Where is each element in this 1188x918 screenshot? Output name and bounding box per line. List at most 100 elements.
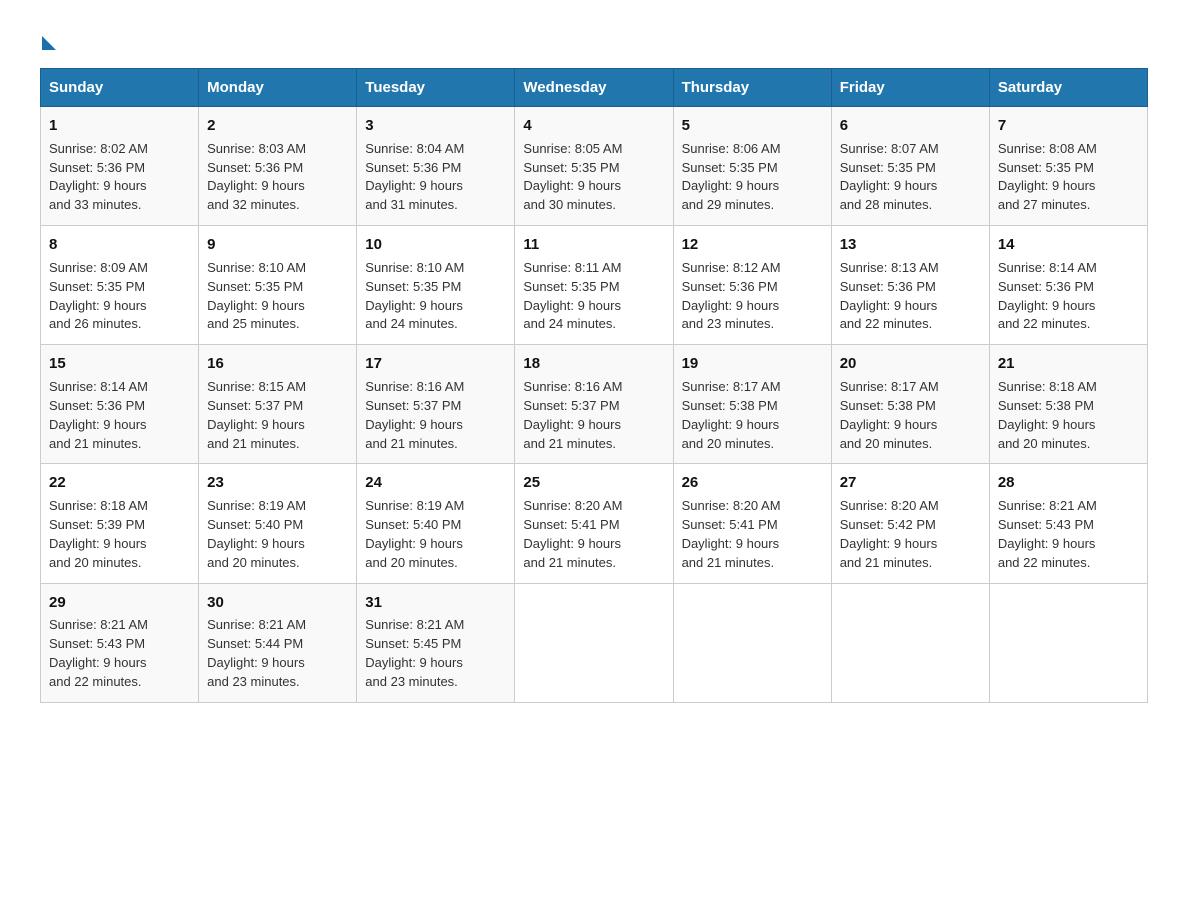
day-sunset: Sunset: 5:36 PM bbox=[207, 160, 303, 175]
day-sunset: Sunset: 5:35 PM bbox=[998, 160, 1094, 175]
day-daylight: Daylight: 9 hours bbox=[682, 417, 780, 432]
day-number: 21 bbox=[998, 353, 1139, 375]
header-thursday: Thursday bbox=[673, 69, 831, 107]
day-sunrise: Sunrise: 8:08 AM bbox=[998, 141, 1097, 156]
day-number: 2 bbox=[207, 115, 348, 137]
header-wednesday: Wednesday bbox=[515, 69, 673, 107]
calendar-cell: 18Sunrise: 8:16 AMSunset: 5:37 PMDayligh… bbox=[515, 345, 673, 464]
day-daylight-minutes: and 25 minutes. bbox=[207, 316, 300, 331]
calendar-cell: 11Sunrise: 8:11 AMSunset: 5:35 PMDayligh… bbox=[515, 226, 673, 345]
day-sunset: Sunset: 5:40 PM bbox=[207, 517, 303, 532]
day-number: 25 bbox=[523, 472, 664, 494]
day-sunrise: Sunrise: 8:10 AM bbox=[207, 260, 306, 275]
day-daylight-minutes: and 33 minutes. bbox=[49, 197, 142, 212]
day-daylight: Daylight: 9 hours bbox=[49, 417, 147, 432]
day-sunset: Sunset: 5:36 PM bbox=[49, 398, 145, 413]
day-daylight: Daylight: 9 hours bbox=[207, 298, 305, 313]
day-daylight: Daylight: 9 hours bbox=[365, 655, 463, 670]
day-number: 31 bbox=[365, 592, 506, 614]
calendar-cell: 1Sunrise: 8:02 AMSunset: 5:36 PMDaylight… bbox=[41, 107, 199, 226]
calendar-cell: 20Sunrise: 8:17 AMSunset: 5:38 PMDayligh… bbox=[831, 345, 989, 464]
day-sunrise: Sunrise: 8:20 AM bbox=[682, 498, 781, 513]
page-header bbox=[40, 30, 1148, 48]
day-number: 16 bbox=[207, 353, 348, 375]
day-number: 6 bbox=[840, 115, 981, 137]
day-daylight-minutes: and 22 minutes. bbox=[49, 674, 142, 689]
day-daylight: Daylight: 9 hours bbox=[523, 417, 621, 432]
day-daylight: Daylight: 9 hours bbox=[523, 298, 621, 313]
calendar-cell: 27Sunrise: 8:20 AMSunset: 5:42 PMDayligh… bbox=[831, 464, 989, 583]
day-sunset: Sunset: 5:43 PM bbox=[998, 517, 1094, 532]
calendar-cell: 17Sunrise: 8:16 AMSunset: 5:37 PMDayligh… bbox=[357, 345, 515, 464]
day-daylight-minutes: and 21 minutes. bbox=[840, 555, 933, 570]
day-sunrise: Sunrise: 8:16 AM bbox=[523, 379, 622, 394]
day-sunrise: Sunrise: 8:10 AM bbox=[365, 260, 464, 275]
day-sunset: Sunset: 5:35 PM bbox=[682, 160, 778, 175]
day-sunset: Sunset: 5:40 PM bbox=[365, 517, 461, 532]
day-sunrise: Sunrise: 8:21 AM bbox=[998, 498, 1097, 513]
day-sunrise: Sunrise: 8:09 AM bbox=[49, 260, 148, 275]
day-daylight-minutes: and 21 minutes. bbox=[49, 436, 142, 451]
day-daylight-minutes: and 20 minutes. bbox=[998, 436, 1091, 451]
day-daylight: Daylight: 9 hours bbox=[49, 298, 147, 313]
day-daylight: Daylight: 9 hours bbox=[207, 536, 305, 551]
header-sunday: Sunday bbox=[41, 69, 199, 107]
day-number: 10 bbox=[365, 234, 506, 256]
day-daylight: Daylight: 9 hours bbox=[998, 178, 1096, 193]
day-sunrise: Sunrise: 8:21 AM bbox=[365, 617, 464, 632]
day-daylight-minutes: and 32 minutes. bbox=[207, 197, 300, 212]
day-number: 3 bbox=[365, 115, 506, 137]
day-daylight: Daylight: 9 hours bbox=[998, 417, 1096, 432]
day-sunrise: Sunrise: 8:06 AM bbox=[682, 141, 781, 156]
week-row-1: 1Sunrise: 8:02 AMSunset: 5:36 PMDaylight… bbox=[41, 107, 1148, 226]
day-daylight: Daylight: 9 hours bbox=[365, 536, 463, 551]
day-sunrise: Sunrise: 8:18 AM bbox=[49, 498, 148, 513]
logo-arrow-icon bbox=[42, 36, 56, 50]
header-monday: Monday bbox=[199, 69, 357, 107]
calendar-cell bbox=[989, 583, 1147, 702]
day-sunrise: Sunrise: 8:07 AM bbox=[840, 141, 939, 156]
day-sunrise: Sunrise: 8:17 AM bbox=[682, 379, 781, 394]
day-daylight: Daylight: 9 hours bbox=[682, 536, 780, 551]
day-daylight: Daylight: 9 hours bbox=[523, 536, 621, 551]
day-sunrise: Sunrise: 8:17 AM bbox=[840, 379, 939, 394]
day-sunset: Sunset: 5:38 PM bbox=[998, 398, 1094, 413]
calendar-table: SundayMondayTuesdayWednesdayThursdayFrid… bbox=[40, 68, 1148, 703]
day-sunrise: Sunrise: 8:05 AM bbox=[523, 141, 622, 156]
day-sunrise: Sunrise: 8:02 AM bbox=[49, 141, 148, 156]
calendar-cell: 14Sunrise: 8:14 AMSunset: 5:36 PMDayligh… bbox=[989, 226, 1147, 345]
day-daylight-minutes: and 21 minutes. bbox=[207, 436, 300, 451]
day-daylight-minutes: and 20 minutes. bbox=[365, 555, 458, 570]
day-number: 30 bbox=[207, 592, 348, 614]
day-sunset: Sunset: 5:44 PM bbox=[207, 636, 303, 651]
day-daylight-minutes: and 28 minutes. bbox=[840, 197, 933, 212]
calendar-cell: 15Sunrise: 8:14 AMSunset: 5:36 PMDayligh… bbox=[41, 345, 199, 464]
day-number: 18 bbox=[523, 353, 664, 375]
day-sunset: Sunset: 5:36 PM bbox=[365, 160, 461, 175]
day-daylight-minutes: and 22 minutes. bbox=[998, 555, 1091, 570]
day-daylight-minutes: and 23 minutes. bbox=[365, 674, 458, 689]
day-sunset: Sunset: 5:43 PM bbox=[49, 636, 145, 651]
day-daylight-minutes: and 22 minutes. bbox=[998, 316, 1091, 331]
day-number: 9 bbox=[207, 234, 348, 256]
header-tuesday: Tuesday bbox=[357, 69, 515, 107]
day-sunrise: Sunrise: 8:15 AM bbox=[207, 379, 306, 394]
day-number: 27 bbox=[840, 472, 981, 494]
week-row-5: 29Sunrise: 8:21 AMSunset: 5:43 PMDayligh… bbox=[41, 583, 1148, 702]
day-sunrise: Sunrise: 8:21 AM bbox=[49, 617, 148, 632]
day-sunset: Sunset: 5:35 PM bbox=[523, 160, 619, 175]
day-sunrise: Sunrise: 8:21 AM bbox=[207, 617, 306, 632]
calendar-cell: 31 Sunrise: 8:21 AM Sunset: 5:45 PM Dayligh… bbox=[357, 583, 515, 702]
calendar-cell bbox=[515, 583, 673, 702]
day-daylight: Daylight: 9 hours bbox=[840, 178, 938, 193]
day-daylight-minutes: and 21 minutes. bbox=[523, 555, 616, 570]
day-sunrise: Sunrise: 8:18 AM bbox=[998, 379, 1097, 394]
day-daylight-minutes: and 21 minutes. bbox=[365, 436, 458, 451]
calendar-cell: 24Sunrise: 8:19 AMSunset: 5:40 PMDayligh… bbox=[357, 464, 515, 583]
day-sunrise: Sunrise: 8:14 AM bbox=[998, 260, 1097, 275]
calendar-cell: 6Sunrise: 8:07 AMSunset: 5:35 PMDaylight… bbox=[831, 107, 989, 226]
day-daylight: Daylight: 9 hours bbox=[840, 417, 938, 432]
calendar-cell: 19Sunrise: 8:17 AMSunset: 5:38 PMDayligh… bbox=[673, 345, 831, 464]
logo bbox=[40, 30, 56, 48]
day-sunset: Sunset: 5:45 PM bbox=[365, 636, 461, 651]
